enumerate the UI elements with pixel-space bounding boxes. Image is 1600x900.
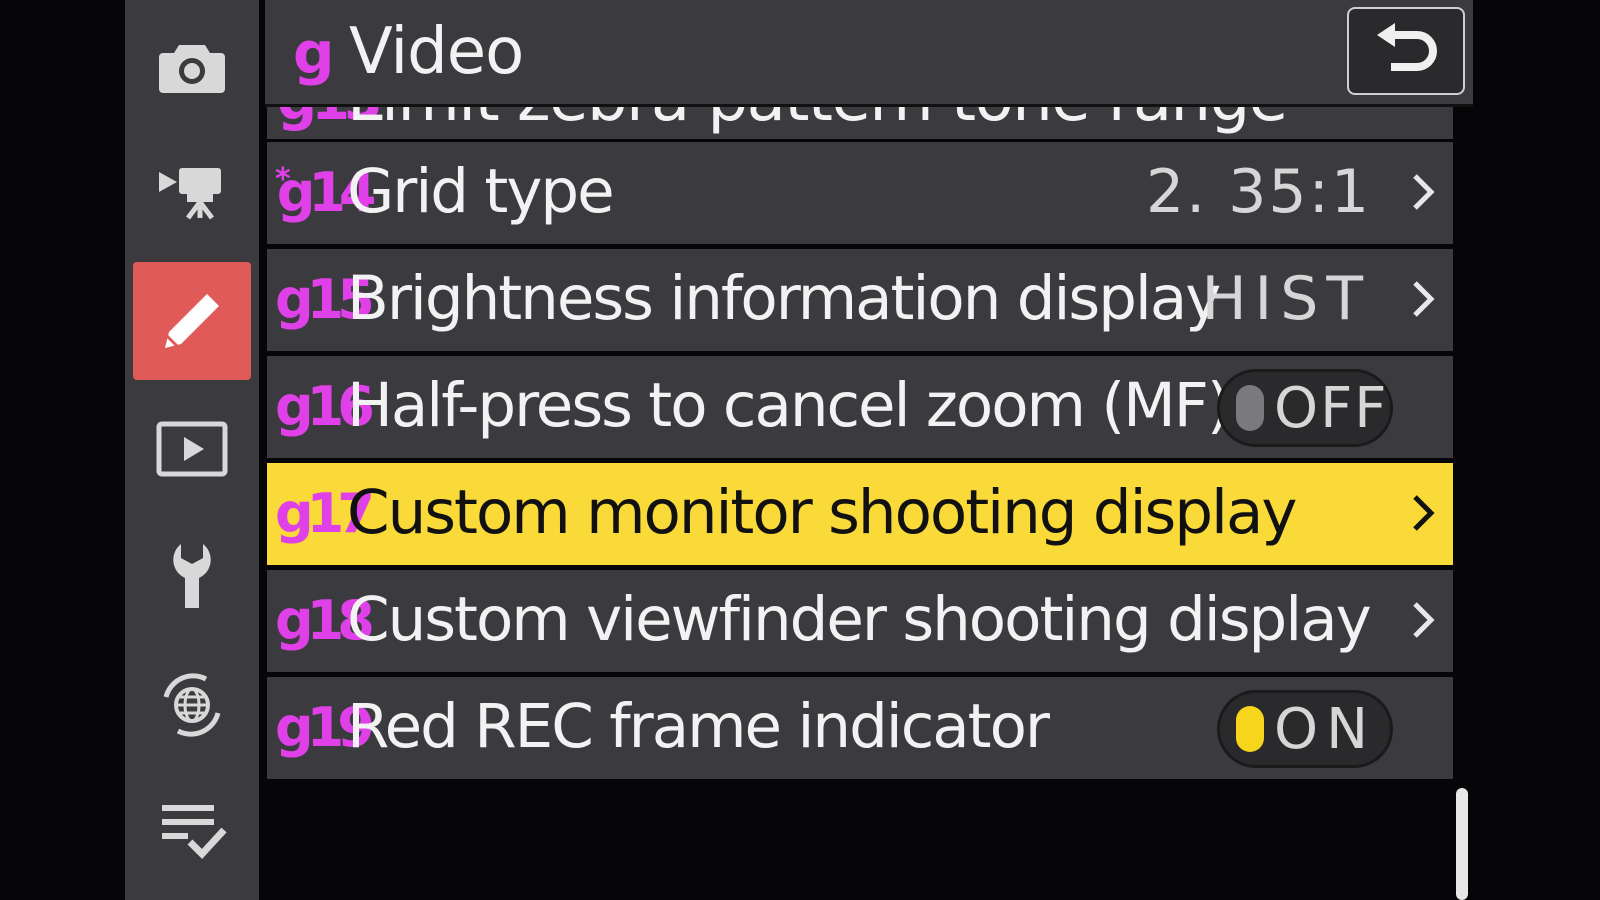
tab-setup[interactable] (133, 518, 251, 636)
item-label: Grid type (347, 156, 615, 227)
toggle-state: OFF (1274, 376, 1389, 441)
playback-icon (156, 421, 228, 477)
scrollbar-thumb[interactable] (1456, 788, 1468, 900)
item-label: Custom monitor shooting display (347, 477, 1297, 548)
menu-row-g17[interactable]: g17 Custom monitor shooting display (267, 463, 1453, 565)
toggle-knob (1236, 706, 1264, 752)
chevron-right-icon (1409, 279, 1439, 319)
camera-menu-screen: g Video g13 Limit zebra pattern tone ran… (0, 0, 1600, 900)
tab-custom-settings[interactable] (133, 262, 251, 380)
menu-row-g19[interactable]: g19 Red REC frame indicator ON (267, 677, 1453, 779)
menu-row-g13[interactable]: g13 Limit zebra pattern tone range (267, 107, 1453, 139)
camera-icon (157, 39, 227, 95)
back-button[interactable] (1347, 7, 1465, 95)
item-label: Custom viewfinder shooting display (347, 584, 1372, 655)
chevron-right-icon (1409, 600, 1439, 640)
menu-row-g18[interactable]: g18 Custom viewfinder shooting display (267, 570, 1453, 672)
tab-network[interactable] (133, 646, 251, 764)
tab-playback[interactable] (133, 390, 251, 508)
pencil-icon (157, 286, 227, 356)
toggle-knob (1236, 385, 1264, 431)
page-title: Video (349, 15, 524, 89)
wrench-icon (167, 542, 217, 612)
item-value: 2. 35:1 (1145, 157, 1371, 227)
menu-row-g15[interactable]: g15 Brightness information display HIST (267, 249, 1453, 351)
return-arrow-icon (1373, 21, 1439, 81)
toggle-state: ON (1274, 697, 1376, 762)
menu-row-g14[interactable]: *g14 Grid type 2. 35:1 (267, 142, 1453, 244)
tab-my-menu[interactable] (133, 772, 251, 890)
modified-star-icon: * (275, 162, 289, 197)
menu-tab-strip (125, 0, 259, 900)
item-label: Limit zebra pattern tone range (347, 107, 1288, 137)
toggle-off[interactable]: OFF (1217, 369, 1393, 447)
item-label: Red REC frame indicator (347, 691, 1050, 762)
chevron-right-icon (1409, 172, 1439, 212)
my-menu-icon (156, 800, 228, 862)
movie-camera-icon (157, 162, 227, 220)
menu-section-letter: g (293, 19, 335, 87)
menu-row-g16[interactable]: g16 Half-press to cancel zoom (MF) OFF (267, 356, 1453, 458)
tab-movie-shooting[interactable] (133, 132, 251, 250)
tab-photo-shooting[interactable] (133, 8, 251, 126)
scrollbar[interactable] (1456, 788, 1468, 900)
item-value: HIST (1201, 264, 1371, 334)
chevron-right-icon (1409, 493, 1439, 533)
item-label: Brightness information display (347, 263, 1221, 334)
network-globe-icon (156, 669, 228, 741)
menu-header: g Video (265, 0, 1473, 104)
item-label: Half-press to cancel zoom (MF) (347, 370, 1231, 441)
toggle-on[interactable]: ON (1217, 690, 1393, 768)
